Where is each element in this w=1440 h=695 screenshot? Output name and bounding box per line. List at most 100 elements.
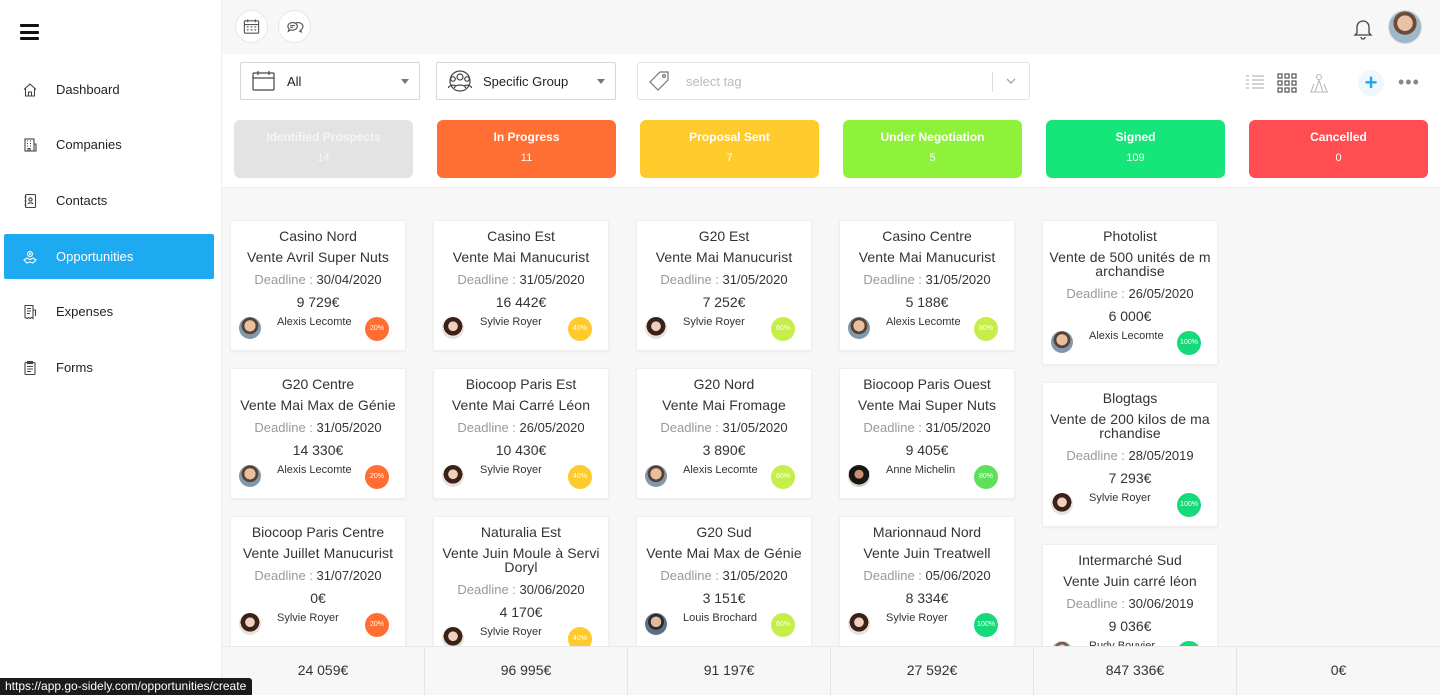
deadline-label: Deadline : [863,568,922,583]
card-company: G20 Est [698,228,750,244]
list-view-icon[interactable] [1244,72,1266,94]
sidebar-item-companies[interactable]: Companies [4,122,214,167]
probability-badge: 100% [1177,493,1201,517]
opportunity-card[interactable]: G20 Centre Vente Mai Max de Génie Deadli… [230,368,406,499]
deadline-label: Deadline : [1066,448,1125,463]
pipeline-stages: Identified Prospects 14 In Progress 11 P… [222,112,1440,188]
opportunity-card[interactable]: Marionnaud Nord Vente Juin Treatwell Dea… [839,516,1015,646]
card-amount: 3 151€ [702,590,746,606]
avatar [442,317,464,339]
filter-bar: All Specific Group select tag + ••• [222,54,1440,112]
card-title: Vente de 200 kilos de marchandise [1050,411,1210,441]
group-select[interactable]: Specific Group [436,62,616,100]
opportunity-card[interactable]: Biocoop Paris Ouest Vente Mai Super Nuts… [839,368,1015,499]
card-company: Biocoop Paris Centre [251,524,385,540]
deadline-label: Deadline : [660,420,719,435]
avatar [645,465,667,487]
sidebar-item-forms[interactable]: Forms [4,345,214,390]
add-opportunity-button[interactable]: + [1358,70,1384,96]
card-company: Intermarché Sud [1078,552,1182,568]
more-options-icon[interactable]: ••• [1398,72,1420,93]
hamburger-menu-icon[interactable] [20,24,39,40]
deadline-label: Deadline : [457,420,516,435]
opportunity-card[interactable]: Biocoop Paris Est Vente Mai Carré Léon D… [433,368,609,499]
stage-label: Signed [1115,130,1156,144]
tag-select-input[interactable]: select tag [637,62,1030,100]
card-title: Vente Mai Fromage [662,397,786,413]
stage-count: 109 [1126,152,1145,164]
sidebar-item-contacts[interactable]: Contacts [4,178,214,223]
stage-count: 7 [726,152,733,164]
avatar [442,627,464,646]
opportunity-card[interactable]: Intermarché Sud Vente Juin carré léon De… [1042,544,1218,646]
board-column: Casino Centre Vente Mai Manucurist Deadl… [839,220,1015,646]
stage-signed[interactable]: Signed 109 [1046,120,1225,178]
group-icon [447,69,473,93]
stage-total: 96 995€ [425,647,628,695]
deadline-date: 31/05/2020 [722,568,788,583]
sidebar-item-dashboard[interactable]: Dashboard [4,67,214,112]
handshake-icon [21,248,39,266]
probability-badge: 40% [568,317,592,341]
card-amount: 0€ [310,590,326,606]
opportunity-card[interactable]: G20 Est Vente Mai Manucurist Deadline : … [636,220,812,351]
opportunity-card[interactable]: Casino Nord Vente Avril Super Nuts Deadl… [230,220,406,351]
opportunity-card[interactable]: Blogtags Vente de 200 kilos de marchandi… [1042,382,1218,527]
card-deadline: Deadline : 05/06/2020 [846,568,1008,583]
chevron-down-icon [1006,78,1016,84]
calendar-button[interactable] [235,10,268,43]
stage-proposal-sent[interactable]: Proposal Sent 7 [640,120,819,178]
card-amount: 3 890€ [702,442,746,458]
card-company: Marionnaud Nord [872,524,982,540]
opportunity-card[interactable]: Biocoop Paris Centre Vente Juillet Manuc… [230,516,406,646]
probability-badge: 100% [1177,331,1201,355]
card-company: Casino Est [487,228,555,244]
user-avatar[interactable] [1388,10,1422,44]
board-column: Photolist Vente de 500 unités de marchan… [1042,220,1218,646]
period-select[interactable]: All [240,62,420,100]
card-owner: Louis Brochard 60% [643,610,805,640]
card-amount: 14 330€ [292,442,344,458]
card-amount: 9 405€ [905,442,949,458]
deadline-date: 31/05/2020 [722,272,788,287]
deadline-date: 05/06/2020 [925,568,991,583]
card-company: G20 Centre [281,376,355,392]
stage-cancelled[interactable]: Cancelled 0 [1249,120,1428,178]
avatar [645,317,667,339]
stage-count: 5 [929,152,936,164]
opportunity-card[interactable]: G20 Nord Vente Mai Fromage Deadline : 31… [636,368,812,499]
avatar [1051,493,1073,515]
chat-button[interactable] [278,10,311,43]
opportunity-card[interactable]: Naturalia Est Vente Juin Moule à Servi D… [433,516,609,646]
card-amount: 10 430€ [495,442,547,458]
notification-bell-icon[interactable] [1352,16,1374,40]
opportunity-card[interactable]: Casino Centre Vente Mai Manucurist Deadl… [839,220,1015,351]
card-owner: Sylvie Royer 20% [237,610,399,640]
owner-name: Louis Brochard [683,612,757,624]
deadline-date: 26/05/2020 [1128,286,1194,301]
stage-identified-prospects[interactable]: Identified Prospects 14 [234,120,413,178]
stage-in-progress[interactable]: In Progress 11 [437,120,616,178]
owner-name: Sylvie Royer [480,464,542,476]
opportunity-card[interactable]: G20 Sud Vente Mai Max de Génie Deadline … [636,516,812,646]
card-deadline: Deadline : 28/05/2019 [1049,448,1211,463]
card-company: Biocoop Paris Ouest [863,376,991,392]
main-area: All Specific Group select tag + ••• Iden… [222,0,1440,695]
probability-badge: 100% [974,613,998,637]
card-title: Vente de 500 unités de marchandise [1049,249,1211,279]
stage-count: 14 [317,152,330,164]
stage-under-negotiation[interactable]: Under Negotiation 5 [843,120,1022,178]
card-owner: Sylvie Royer 40% [440,314,602,344]
grid-view-icon[interactable] [1276,72,1298,94]
probability-badge: 20% [365,465,389,489]
probability-badge: 40% [568,627,592,646]
opportunity-card[interactable]: Casino Est Vente Mai Manucurist Deadline… [433,220,609,351]
card-title: Vente Mai Max de Génie [646,545,802,561]
pipeline-view-icon[interactable] [1308,72,1330,94]
probability-badge: 60% [771,317,795,341]
card-amount: 5 188€ [905,294,949,310]
sidebar-item-opportunities[interactable]: Opportunities [4,234,214,279]
sidebar-item-expenses[interactable]: Expenses [4,289,214,334]
opportunity-card[interactable]: Photolist Vente de 500 unités de marchan… [1042,220,1218,365]
card-company: Naturalia Est [480,524,562,540]
